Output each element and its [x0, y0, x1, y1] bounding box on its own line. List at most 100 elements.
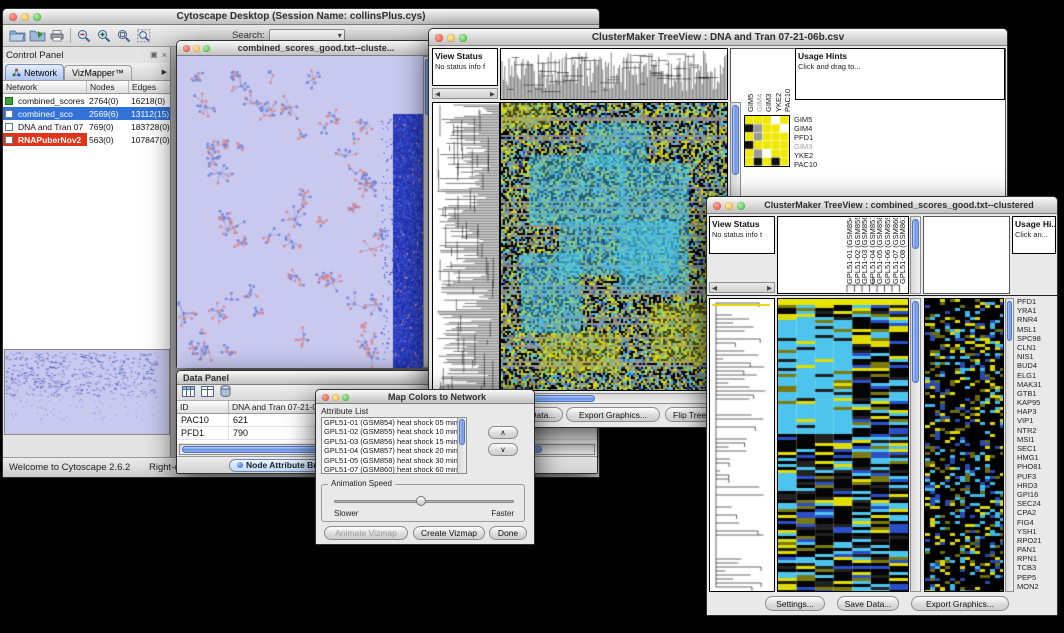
create-attribute-button[interactable] — [201, 384, 214, 402]
done-button[interactable]: Done — [489, 526, 527, 540]
close-button[interactable] — [322, 394, 329, 401]
close-button[interactable] — [435, 34, 443, 42]
export-graphics-button[interactable]: Export Graphics... — [566, 407, 660, 422]
network-edges-count: 183728(0) — [129, 122, 171, 132]
zoom-button[interactable] — [737, 202, 745, 210]
print-button[interactable] — [47, 26, 67, 45]
cell-id: PAC10 — [177, 414, 229, 427]
animate-vizmap-button[interactable]: Animate Vizmap — [324, 526, 408, 540]
column-header-id[interactable]: ID — [177, 401, 229, 413]
network-row[interactable]: DNA and Tran 07769(0)183728(0) — [3, 120, 171, 133]
column-header-nodes[interactable]: Nodes — [87, 81, 129, 93]
main-titlebar[interactable]: Cytoscape Desktop (Session Name: collins… — [3, 9, 599, 25]
import-network-button[interactable] — [27, 26, 47, 45]
float-icon[interactable]: ▣ — [150, 51, 158, 59]
attribute-list-item[interactable]: GPL51-01 (GSM854) heat shock 05 min — [322, 418, 457, 427]
close-button[interactable] — [183, 45, 190, 52]
zoom-selected-button[interactable] — [134, 26, 154, 45]
treeview1-titlebar[interactable]: ClusterMaker TreeView : DNA and Tran 07-… — [429, 29, 1007, 46]
scroll-thumb[interactable] — [732, 105, 739, 175]
select-attributes-button[interactable] — [182, 384, 195, 402]
column-header-network[interactable]: Network — [3, 81, 87, 93]
settings-button[interactable]: Settings... — [765, 596, 825, 611]
minimize-button[interactable] — [725, 202, 733, 210]
move-down-button[interactable]: ∨ — [488, 443, 518, 456]
network-row[interactable]: RNAPuberNov2563(0)107847(0) — [3, 133, 171, 146]
scroll-thumb[interactable] — [1007, 301, 1012, 341]
scroll-thumb[interactable] — [912, 301, 919, 383]
scroll-thumb[interactable] — [912, 219, 919, 249]
network-row[interactable]: combined_sco2569(6)13112(15) — [3, 107, 171, 120]
network-table-header: Network Nodes Edges — [3, 81, 171, 94]
usage-hints-title: Usage Hi... — [1013, 217, 1055, 229]
global-heatmap-canvas[interactable] — [778, 299, 908, 591]
zoom-heatmap-canvas[interactable] — [745, 116, 789, 166]
array-label: GIM4 — [756, 50, 765, 112]
tab-network[interactable]: Network — [5, 64, 64, 80]
attribute-browser-icon — [237, 462, 243, 468]
zoom-out-button[interactable] — [74, 26, 94, 45]
slider-thumb[interactable] — [416, 496, 426, 506]
view-status-body: No status info f — [433, 61, 497, 71]
cm2-zoom-vscrollbar[interactable] — [1005, 298, 1014, 592]
scroll-left-icon[interactable]: ◀ — [712, 284, 717, 292]
attribute-list-item[interactable]: GPL51-03 (GSM856) heat shock 15 min — [322, 437, 457, 446]
scroll-right-icon[interactable]: ▶ — [490, 90, 495, 98]
network-overview-canvas[interactable] — [5, 350, 169, 434]
network-view-titlebar[interactable]: combined_scores_good.txt--cluste... — [177, 41, 431, 56]
close-button[interactable] — [9, 13, 17, 21]
zoom-heatmap-canvas[interactable] — [925, 299, 1003, 591]
scroll-thumb[interactable] — [459, 419, 465, 445]
cm2-global-heatmap-pane — [777, 298, 909, 592]
network-tab-icon — [12, 68, 21, 77]
global-heatmap-canvas[interactable] — [501, 103, 727, 390]
minimize-button[interactable] — [193, 45, 200, 52]
tab-vizmapper-label: VizMapper™ — [72, 68, 124, 78]
cm1-mini-scrollbar[interactable]: ◀ ▶ — [432, 88, 498, 99]
save-data-button[interactable]: Save Data... — [837, 596, 899, 611]
scroll-left-icon[interactable]: ◀ — [435, 90, 440, 98]
create-vizmap-button[interactable]: Create Vizmap — [413, 526, 485, 540]
gene-tree-canvas[interactable] — [433, 103, 499, 390]
minimize-button[interactable] — [447, 34, 455, 42]
gene-label: FIG4 — [1017, 519, 1057, 528]
zoom-button[interactable] — [33, 13, 41, 21]
gene-tree-canvas[interactable] — [710, 299, 774, 591]
zoom-button[interactable] — [459, 34, 467, 42]
scroll-right-icon[interactable]: ▶ — [767, 284, 772, 292]
attribute-list-item[interactable]: GPL51-07 (GSM860) heat shock 60 min — [322, 465, 457, 474]
zoom-in-button[interactable] — [94, 26, 114, 45]
cm2-mini-scrollbar[interactable]: ◀ ▶ — [709, 282, 775, 293]
minimize-button[interactable] — [21, 13, 29, 21]
network-canvas[interactable] — [177, 56, 423, 368]
close-panel-icon[interactable]: × — [162, 51, 167, 59]
export-graphics-button[interactable]: Export Graphics... — [911, 596, 1009, 611]
tab-vizmapper[interactable]: VizMapper™ — [64, 65, 132, 80]
open-session-button[interactable] — [7, 26, 27, 45]
zoom-button[interactable] — [342, 394, 349, 401]
column-header-edges[interactable]: Edges — [129, 81, 171, 93]
map-colors-dialog: Map Colors to Network Attribute List GPL… — [315, 389, 535, 545]
attribute-listbox[interactable]: GPL51-01 (GSM854) heat shock 05 minGPL51… — [321, 417, 467, 474]
cm1-row-labels: GIM5GIM4PFD1GIM3YKE2PAC10 — [794, 116, 834, 170]
minimize-button[interactable] — [332, 394, 339, 401]
attribute-list-item[interactable]: GPL51-05 (GSM858) heat shock 30 min — [322, 456, 457, 465]
close-button[interactable] — [713, 202, 721, 210]
zoom-fit-button[interactable] — [114, 26, 134, 45]
treeview2-titlebar[interactable]: ClusterMaker TreeView : combined_scores_… — [707, 197, 1057, 214]
tab-overflow-button[interactable]: ▶ — [162, 68, 171, 80]
cm2-vscrollbar[interactable] — [910, 298, 921, 592]
usage-hints-body: Click an... — [1013, 229, 1055, 239]
move-up-button[interactable]: ∧ — [488, 426, 518, 439]
network-row[interactable]: combined_scores2764(0)16218(0) — [3, 94, 171, 107]
array-tree-canvas[interactable] — [501, 49, 727, 99]
control-panel: Control Panel ▣ × Network VizMapper™ ▶ N… — [3, 47, 171, 457]
attribute-list-item[interactable]: GPL51-04 (GSM857) heat shock 20 min — [322, 446, 457, 455]
map-dialog-titlebar[interactable]: Map Colors to Network — [316, 390, 534, 404]
attribute-list-item[interactable]: GPL51-02 (GSM855) heat shock 10 min — [322, 427, 457, 436]
cm2-top-vscrollbar[interactable] — [910, 216, 921, 294]
attribute-list-scrollbar[interactable] — [457, 418, 466, 473]
zoom-button[interactable] — [203, 45, 210, 52]
database-icon[interactable] — [220, 384, 231, 402]
animation-speed-slider[interactable] — [334, 495, 514, 507]
